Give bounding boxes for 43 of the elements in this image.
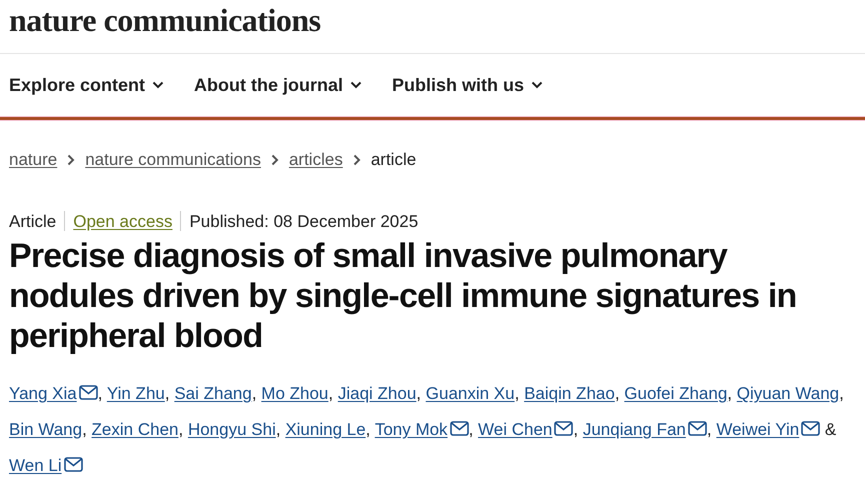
author-link[interactable]: Zexin Chen [92, 420, 178, 439]
chevron-down-icon [531, 81, 544, 89]
breadcrumb-current: article [370, 149, 416, 171]
mail-icon [64, 457, 83, 472]
author-link[interactable]: Baiqin Zhao [524, 384, 615, 403]
author-link[interactable]: Yang Xia [9, 384, 98, 403]
article-type: Article [9, 210, 56, 232]
chevron-right-icon [67, 154, 76, 166]
author-link[interactable]: Junqiang Fan [582, 420, 707, 439]
chevron-right-icon [352, 154, 361, 166]
nav-menu-button[interactable]: Publish with us [392, 72, 544, 98]
author-link[interactable]: Weiwei Yin [716, 420, 820, 439]
author-link[interactable]: Hongyu Shi [188, 420, 276, 439]
chevron-right-icon [270, 154, 279, 166]
author-list: Yang Xia , Yin Zhu, Sai Zhang, Mo Zhou, Jiaqi Zhou, Guanxin Xu, Baiqin Zhao, Guofei Zhang, Qiyuan Wang, Bin Wang, Zexin Chen, Hongyu Shi, Xiuning Le, Tony Mok , Wei Chen , Junqiang Fan , Weiwei Yin & Wen Li [0, 356, 865, 481]
journal-logo[interactable]: nature communications [9, 4, 321, 36]
author-link[interactable]: Wen Li [9, 456, 83, 475]
breadcrumb-link[interactable]: nature communications [85, 147, 261, 172]
article-title: Precise diagnosis of small invasive pulmonary nodules driven by single-cell immune signatures in peripheral blood [8, 236, 798, 356]
author-link[interactable]: Sai Zhang [174, 384, 252, 403]
author-link[interactable]: Bin Wang [9, 420, 82, 439]
author-link[interactable]: Tony Mok [374, 420, 469, 439]
author-link[interactable]: Wei Chen [478, 420, 574, 439]
chevron-down-icon [152, 81, 164, 89]
author-link[interactable]: Guanxin Xu [426, 384, 515, 403]
author-link[interactable]: Xiuning Le [285, 420, 366, 439]
mail-icon [78, 385, 98, 400]
breadcrumb-link[interactable]: nature [9, 147, 58, 172]
mail-icon [801, 421, 820, 436]
open-access-link[interactable]: Open access [73, 208, 172, 234]
mail-icon [688, 421, 707, 436]
author-link[interactable]: Qiyuan Wang [736, 384, 840, 403]
author-link[interactable]: Yin Zhu [106, 384, 165, 403]
breadcrumb-link[interactable]: articles [288, 147, 343, 172]
mail-icon [450, 421, 469, 436]
author-link[interactable]: Jiaqi Zhou [338, 384, 416, 403]
publish-date: Published: 08 December 2025 [189, 210, 418, 232]
mail-icon [554, 421, 574, 436]
nav-menu-button[interactable]: Explore content [9, 72, 164, 98]
author-link[interactable]: Guofei Zhang [624, 384, 728, 403]
chevron-down-icon [350, 81, 362, 89]
author-link[interactable]: Mo Zhou [261, 384, 328, 403]
nav-menu-button[interactable]: About the journal [194, 72, 362, 98]
